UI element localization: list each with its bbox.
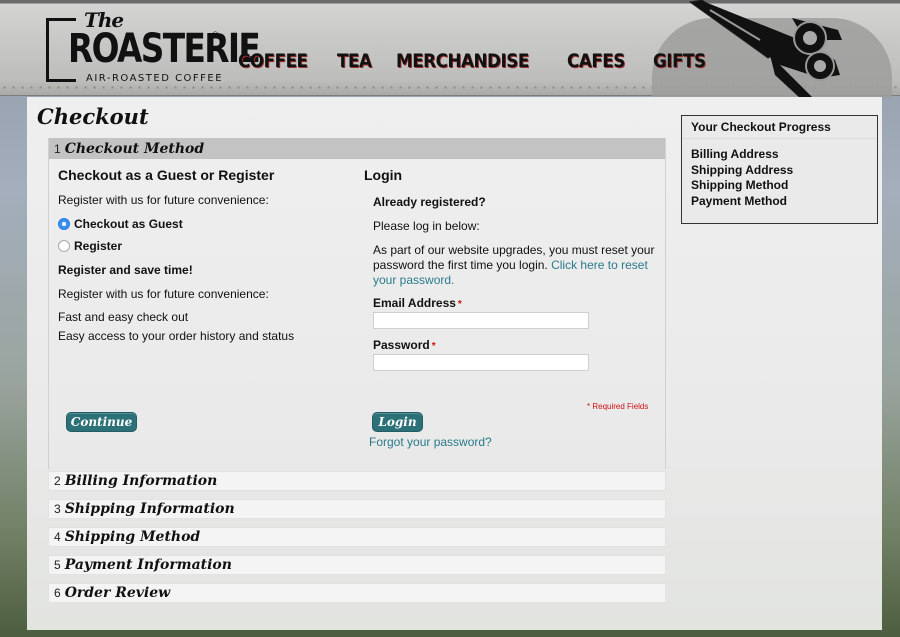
radio-register[interactable]: Register <box>58 239 358 253</box>
step-payment-information[interactable]: 5 Payment Information <box>48 555 666 575</box>
email-label: Email Address * <box>373 296 664 310</box>
email-input[interactable] <box>373 312 589 329</box>
step-checkout-method: 1 Checkout Method Checkout as a Guest or… <box>48 138 666 469</box>
nav-cafes[interactable]: CAFES <box>567 50 625 72</box>
step-number: 2 <box>54 474 61 488</box>
step-title: Payment Information <box>64 557 232 573</box>
guest-heading: Checkout as a Guest or Register <box>58 167 275 183</box>
reset-notice: As part of our website upgrades, you mus… <box>373 243 664 288</box>
login-column: Login Already registered? Please log in … <box>364 167 664 380</box>
step-title: Checkout Method <box>64 140 205 157</box>
progress-item: Shipping Method <box>691 178 789 192</box>
step-title: Shipping Information <box>64 501 235 517</box>
checkout-progress: Your Checkout Progress Billing Address S… <box>681 115 878 224</box>
progress-item: Shipping Address <box>691 162 794 177</box>
airplane-icon <box>688 0 842 112</box>
main-nav: COFFEE TEA MERCHANDISE CAFES GIFTS <box>238 50 713 72</box>
benefit-item: Easy access to your order history and st… <box>58 329 295 343</box>
step-order-review[interactable]: 6 Order Review <box>48 583 666 603</box>
password-label-text: Password <box>373 338 430 352</box>
radio-label: Checkout as Guest <box>74 217 183 231</box>
progress-list: Billing Address Shipping Address Shippin… <box>682 139 877 217</box>
radio-button-checked[interactable] <box>58 218 70 230</box>
please-login: Please log in below: <box>373 219 480 233</box>
required-asterisk: * <box>457 299 462 310</box>
nav-coffee[interactable]: COFFEE <box>238 50 308 72</box>
required-asterisk: * <box>431 341 436 352</box>
step-header[interactable]: 1 Checkout Method <box>49 138 665 159</box>
step-number: 1 <box>54 141 61 156</box>
step-billing-information[interactable]: 2 Billing Information <box>48 471 666 491</box>
radio-checkout-as-guest[interactable]: Checkout as Guest <box>58 217 358 231</box>
guest-intro: Register with us for future convenience: <box>58 193 269 207</box>
email-label-text: Email Address <box>373 296 456 310</box>
radio-label: Register <box>74 239 123 253</box>
logo-registered-mark: ® <box>212 30 219 40</box>
benefits-intro: Register with us for future convenience: <box>58 287 269 301</box>
step-number: 5 <box>54 558 61 572</box>
password-label: Password * <box>373 338 664 352</box>
continue-button[interactable]: Continue <box>66 412 137 432</box>
nav-tea[interactable]: TEA <box>337 50 372 72</box>
required-fields-note: * Required Fields <box>587 402 649 411</box>
login-button[interactable]: Login <box>372 412 423 432</box>
page-title: Checkout <box>37 104 149 129</box>
step-title: Billing Information <box>64 473 218 489</box>
progress-item: Payment Method <box>691 193 788 208</box>
nav-merchandise[interactable]: MERCHANDISE <box>396 50 529 72</box>
forgot-password-link[interactable]: Forgot your password? <box>369 435 492 449</box>
roasterie-logo[interactable]: The ROASTERIE ® AIR-ROASTED COFFEE <box>46 8 261 86</box>
already-registered: Already registered? <box>373 195 486 209</box>
step-shipping-method[interactable]: 4 Shipping Method <box>48 527 666 547</box>
step-number: 4 <box>54 530 61 544</box>
radio-button-unchecked[interactable] <box>58 240 70 252</box>
save-time-heading: Register and save time! <box>58 263 193 277</box>
login-heading: Login <box>364 167 403 183</box>
step-title: Order Review <box>64 585 171 601</box>
step-title: Shipping Method <box>64 529 201 545</box>
step-number: 3 <box>54 502 61 516</box>
step-shipping-information[interactable]: 3 Shipping Information <box>48 499 666 519</box>
step-number: 6 <box>54 586 61 600</box>
password-input[interactable] <box>373 354 589 371</box>
guest-register-column: Checkout as a Guest or Register Register… <box>58 167 358 353</box>
progress-title: Your Checkout Progress <box>682 116 877 139</box>
benefit-item: Fast and easy check out <box>58 310 189 324</box>
logo-name: ROASTERIE <box>68 26 261 72</box>
logo-tagline: AIR-ROASTED COFFEE <box>86 73 224 84</box>
progress-item: Billing Address <box>691 147 779 161</box>
